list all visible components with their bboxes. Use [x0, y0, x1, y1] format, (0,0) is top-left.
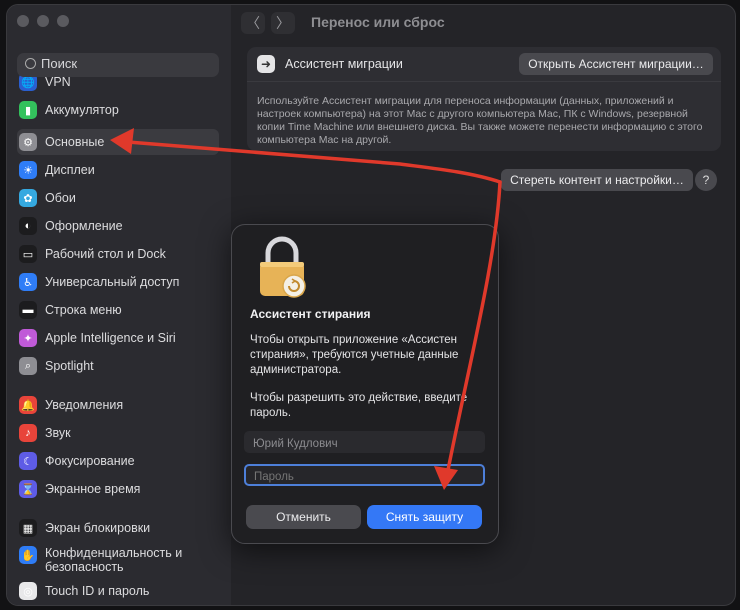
sidebar-item-label: Дисплеи	[45, 163, 95, 177]
sidebar-item[interactable]: ✿ Обои	[17, 185, 219, 211]
username-field[interactable]	[244, 431, 485, 453]
sidebar-item[interactable]: ♪ Звук	[17, 420, 219, 446]
sidebar-item-label: Apple Intelligence и Siri	[45, 331, 176, 345]
migration-row: ➜ Ассистент миграции Открыть Ассистент м…	[247, 47, 721, 82]
sidebar-item-icon: ☀	[19, 161, 37, 179]
auth-dialog: Ассистент стирания Чтобы открыть приложе…	[231, 224, 499, 544]
sidebar-item-label: Обои	[45, 191, 76, 205]
sidebar-item-icon: ▦	[19, 519, 37, 537]
sidebar-item-label: Универсальный доступ	[45, 275, 180, 289]
sidebar-item-icon: ☾	[19, 452, 37, 470]
sidebar-item-label: Конфиденциальность и безопасность	[45, 546, 183, 574]
erase-content-button[interactable]: Стереть контент и настройки…	[501, 169, 693, 191]
migration-label: Ассистент миграции	[285, 57, 403, 71]
close-window-button[interactable]	[17, 15, 29, 27]
unlock-button[interactable]: Снять защиту	[367, 505, 482, 529]
sidebar-item-label: Основные	[45, 135, 105, 149]
zoom-window-button[interactable]	[57, 15, 69, 27]
sidebar-item-icon: ⌕	[19, 357, 37, 375]
sidebar-item[interactable]: ✋ Конфиденциальность и безопасность	[17, 543, 219, 576]
sidebar-item[interactable]: ⚙ Основные	[17, 129, 219, 155]
sidebar-item[interactable]: ☾ Фокусирование	[17, 448, 219, 474]
search-label: Поиск	[41, 56, 78, 71]
sidebar-item-icon: ⌛	[19, 480, 37, 498]
migration-description: Используйте Ассистент миграции для перен…	[257, 95, 703, 146]
sidebar-item[interactable]: ▦ Экран блокировки	[17, 515, 219, 541]
sidebar-item-label: Экран блокировки	[45, 521, 151, 535]
sidebar-item-label: Звук	[45, 426, 71, 440]
search-input[interactable]: Поиск	[17, 53, 219, 77]
sidebar-item[interactable]: ◎ Touch ID и пароль	[17, 578, 219, 604]
dialog-message-line: Чтобы открыть приложение «Ассистен	[250, 334, 458, 346]
help-button[interactable]: ?	[695, 169, 717, 191]
sidebar-item[interactable]: ♿ Универсальный доступ	[17, 269, 219, 295]
sidebar-item-label: Фокусирование	[45, 454, 135, 468]
sidebar-item-icon: 🔔	[19, 396, 37, 414]
sidebar-item[interactable]: ◐ Оформление	[17, 213, 219, 239]
sidebar-item-label: VPN	[45, 75, 71, 89]
sidebar-item-icon: ◐	[19, 217, 37, 235]
sidebar: 🌐 VPN ▮ Аккумулятор ⚙ Основные ☀ Дисплеи ✿ Обои ◐ О…	[7, 5, 231, 605]
sidebar-item-label: Экранное время	[45, 482, 141, 496]
sidebar-item-icon: ▬	[19, 301, 37, 319]
sidebar-item-label: Строка меню	[45, 303, 122, 317]
sidebar-item-icon: ⚙	[19, 133, 37, 151]
sidebar-item[interactable]: ☀ Дисплеи	[17, 157, 219, 183]
sidebar-item[interactable]: ▮ Аккумулятор	[17, 97, 219, 123]
chevron-right-icon: 〉	[276, 15, 290, 31]
sidebar-item-label: Spotlight	[45, 359, 94, 373]
lock-icon	[260, 236, 306, 298]
sidebar-item-label: Аккумулятор	[45, 103, 119, 117]
page-title: Перенос или сброс	[311, 14, 445, 30]
cancel-button[interactable]: Отменить	[246, 505, 361, 529]
toolbar: 〈 〉 Перенос или сброс	[231, 5, 735, 41]
dialog-message-line: стирания», требуются учетные данные	[250, 349, 459, 361]
question-icon: ?	[702, 173, 710, 187]
window-controls	[17, 15, 69, 27]
sidebar-item-label: Touch ID и пароль	[45, 584, 150, 598]
sidebar-item[interactable]: ▭ Рабочий стол и Dock	[17, 241, 219, 267]
open-migration-assistant-button[interactable]: Открыть Ассистент миграции…	[519, 53, 713, 75]
sidebar-item-icon: ✿	[19, 189, 37, 207]
sidebar-item[interactable]: 🔔 Уведомления	[17, 392, 219, 418]
sidebar-item-label: Уведомления	[45, 398, 124, 412]
sidebar-item[interactable]: ✦ Apple Intelligence и Siri	[17, 325, 219, 351]
sidebar-item-icon: ✋	[19, 546, 37, 564]
chevron-left-icon: 〈	[246, 15, 260, 31]
migration-assistant-icon: ➜	[257, 55, 275, 73]
sidebar-item-label: Рабочий стол и Dock	[45, 247, 166, 261]
sidebar-item[interactable]: ⌛ Экранное время	[17, 476, 219, 502]
minimize-window-button[interactable]	[37, 15, 49, 27]
sidebar-item-icon: ▭	[19, 245, 37, 263]
sidebar-item-icon: ♿	[19, 273, 37, 291]
password-field[interactable]	[244, 464, 485, 486]
dialog-message: Чтобы открыть приложение «Ассистен стира…	[250, 333, 490, 378]
sidebar-item[interactable]: ▬ Строка меню	[17, 297, 219, 323]
search-icon	[25, 58, 36, 69]
migration-card: ➜ Ассистент миграции Открыть Ассистент м…	[247, 47, 721, 151]
sidebar-item-icon: ♪	[19, 424, 37, 442]
sidebar-item-label: Оформление	[45, 219, 123, 233]
dialog-title: Ассистент стирания	[250, 307, 371, 321]
sidebar-item-icon: ◎	[19, 582, 37, 600]
sidebar-item-icon: ▮	[19, 101, 37, 119]
sidebar-item-icon: ✦	[19, 329, 37, 347]
forward-button[interactable]: 〉	[271, 12, 295, 34]
dialog-message-line: администратора.	[250, 364, 342, 376]
back-button[interactable]: 〈	[241, 12, 265, 34]
sidebar-item[interactable]: ⌕ Spotlight	[17, 353, 219, 379]
dialog-prompt: Чтобы разрешить это действие, введите па…	[250, 392, 468, 419]
